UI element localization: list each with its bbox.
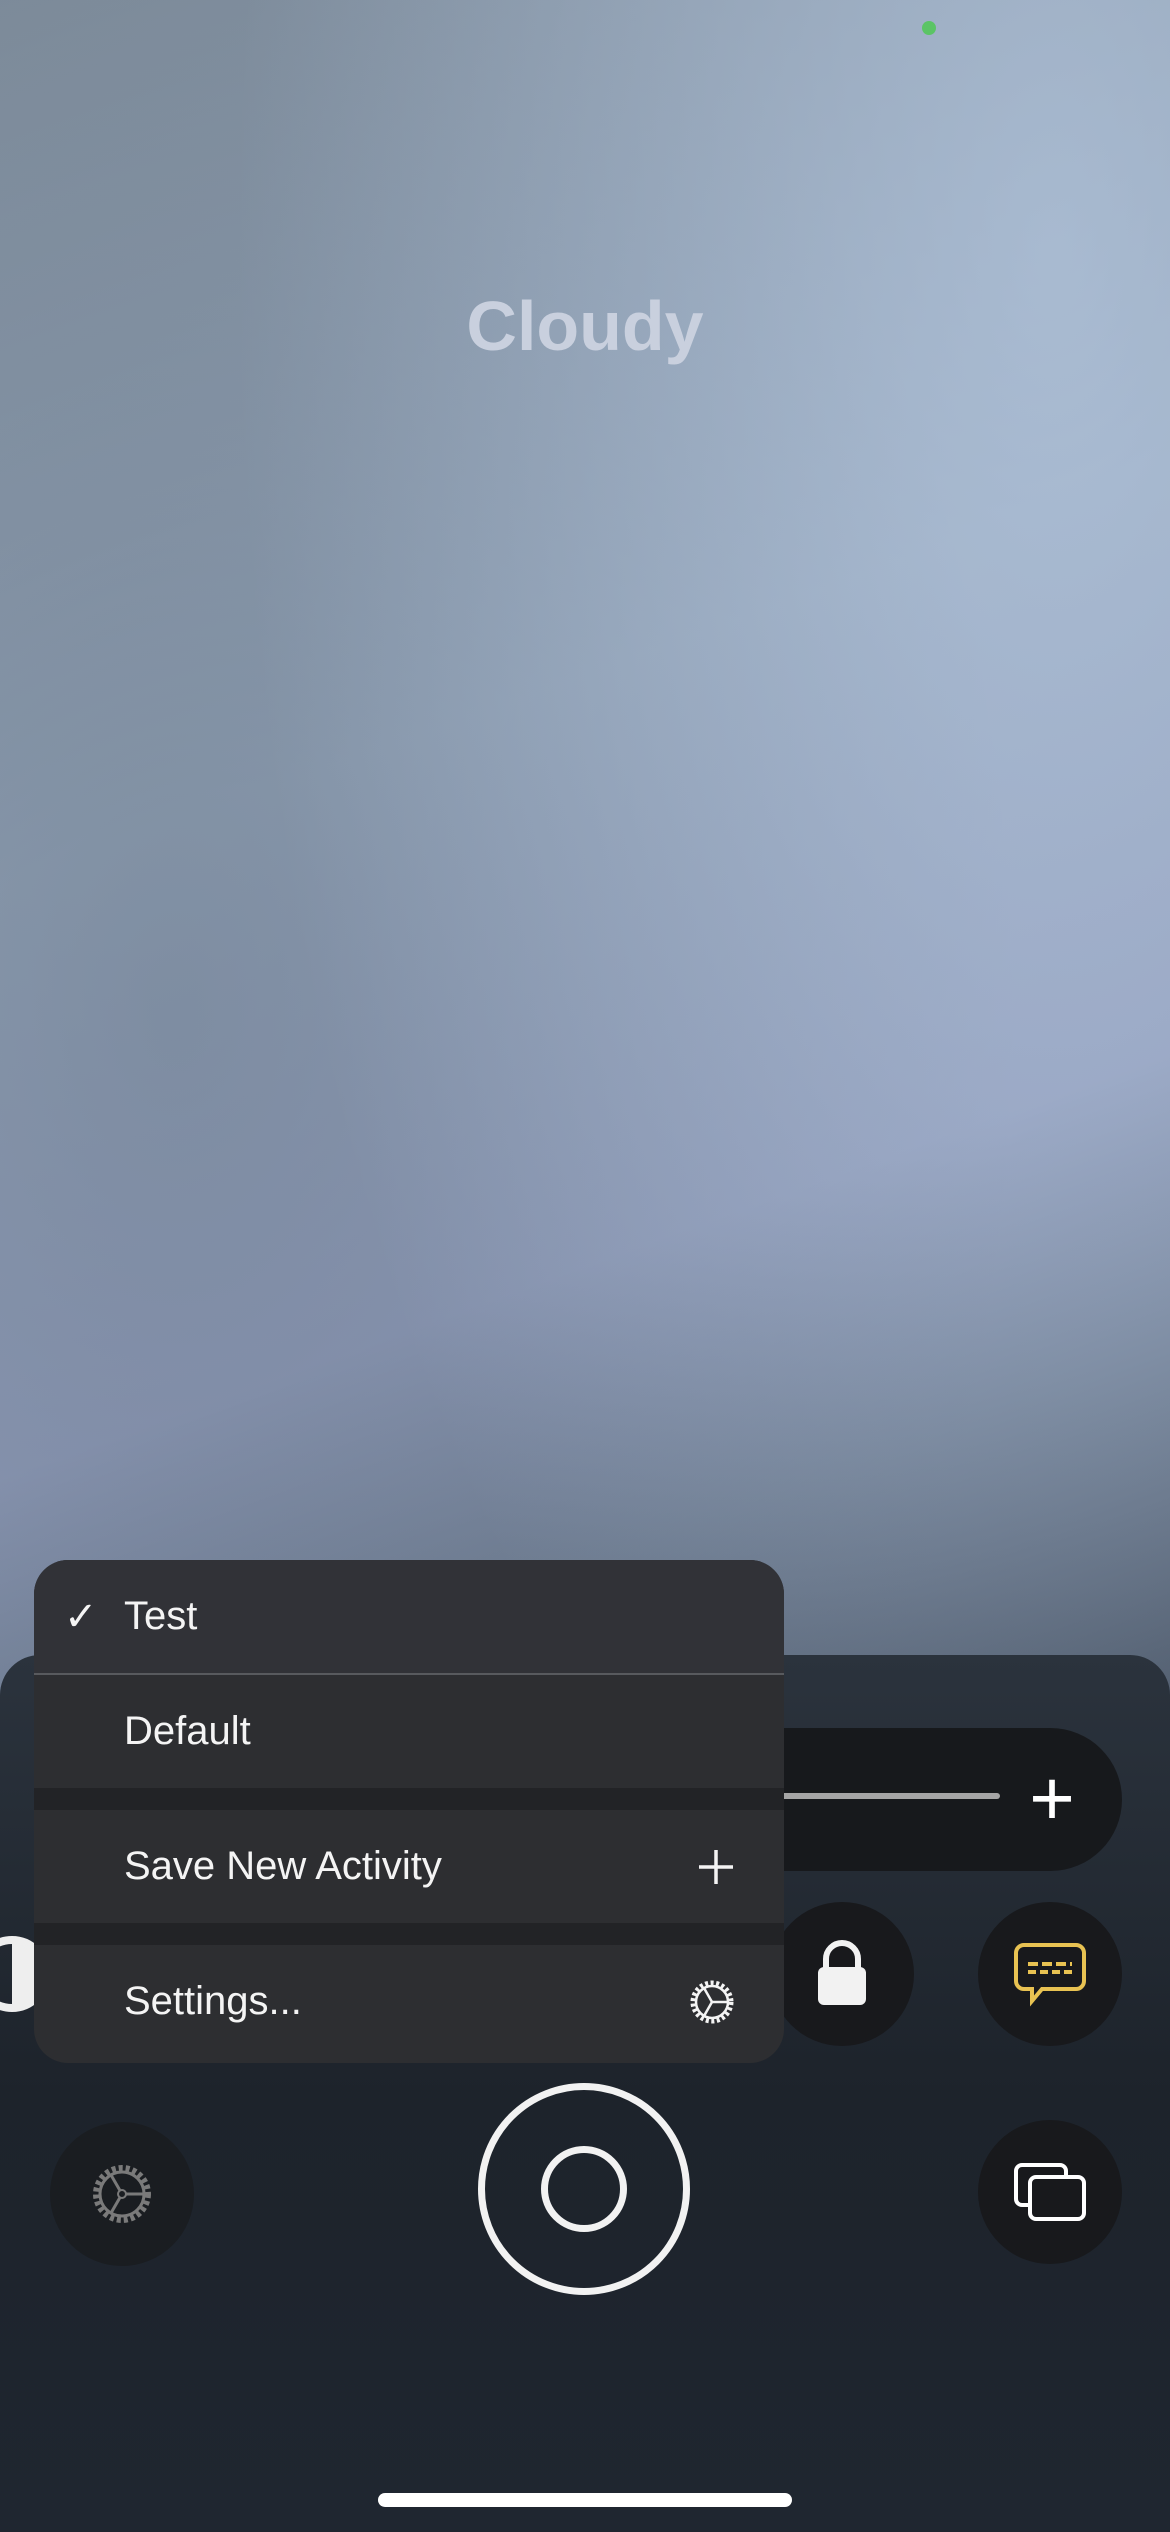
plus-icon	[696, 1847, 736, 1887]
menu-item-test[interactable]: ✓ Test	[34, 1560, 784, 1673]
gear-icon	[688, 1978, 736, 2026]
checkmark-icon: ✓	[64, 1594, 98, 1639]
activity-menu: ✓ Test Default Save New Activity Setting…	[34, 1560, 784, 2063]
menu-item-default[interactable]: Default	[34, 1675, 784, 1788]
menu-section-divider	[34, 1923, 784, 1945]
menu-item-settings[interactable]: Settings...	[34, 1945, 784, 2058]
camera-in-use-indicator	[922, 21, 936, 35]
menu-item-save-new-activity[interactable]: Save New Activity	[34, 1810, 784, 1923]
menu-item-label: Test	[124, 1594, 198, 1638]
lock-icon	[818, 1940, 866, 2005]
captions-icon	[1014, 1943, 1086, 2007]
slider-increase-button[interactable]: +	[1022, 1758, 1082, 1838]
scene-title: Cloudy	[466, 287, 704, 365]
settings-button[interactable]	[50, 2122, 194, 2266]
gear-icon	[93, 2165, 151, 2223]
multi-window-button[interactable]	[978, 2120, 1122, 2264]
shutter-button[interactable]	[478, 2083, 690, 2295]
home-indicator[interactable]	[378, 2493, 792, 2507]
windows-icon	[1014, 2163, 1086, 2221]
menu-item-label: Settings...	[124, 1979, 302, 2023]
captions-button[interactable]	[978, 1902, 1122, 2046]
menu-item-label: Save New Activity	[124, 1844, 442, 1888]
menu-section-divider	[34, 1788, 784, 1810]
menu-item-label: Default	[124, 1709, 251, 1753]
shutter-inner-ring	[541, 2146, 627, 2232]
lock-button[interactable]	[770, 1902, 914, 2046]
